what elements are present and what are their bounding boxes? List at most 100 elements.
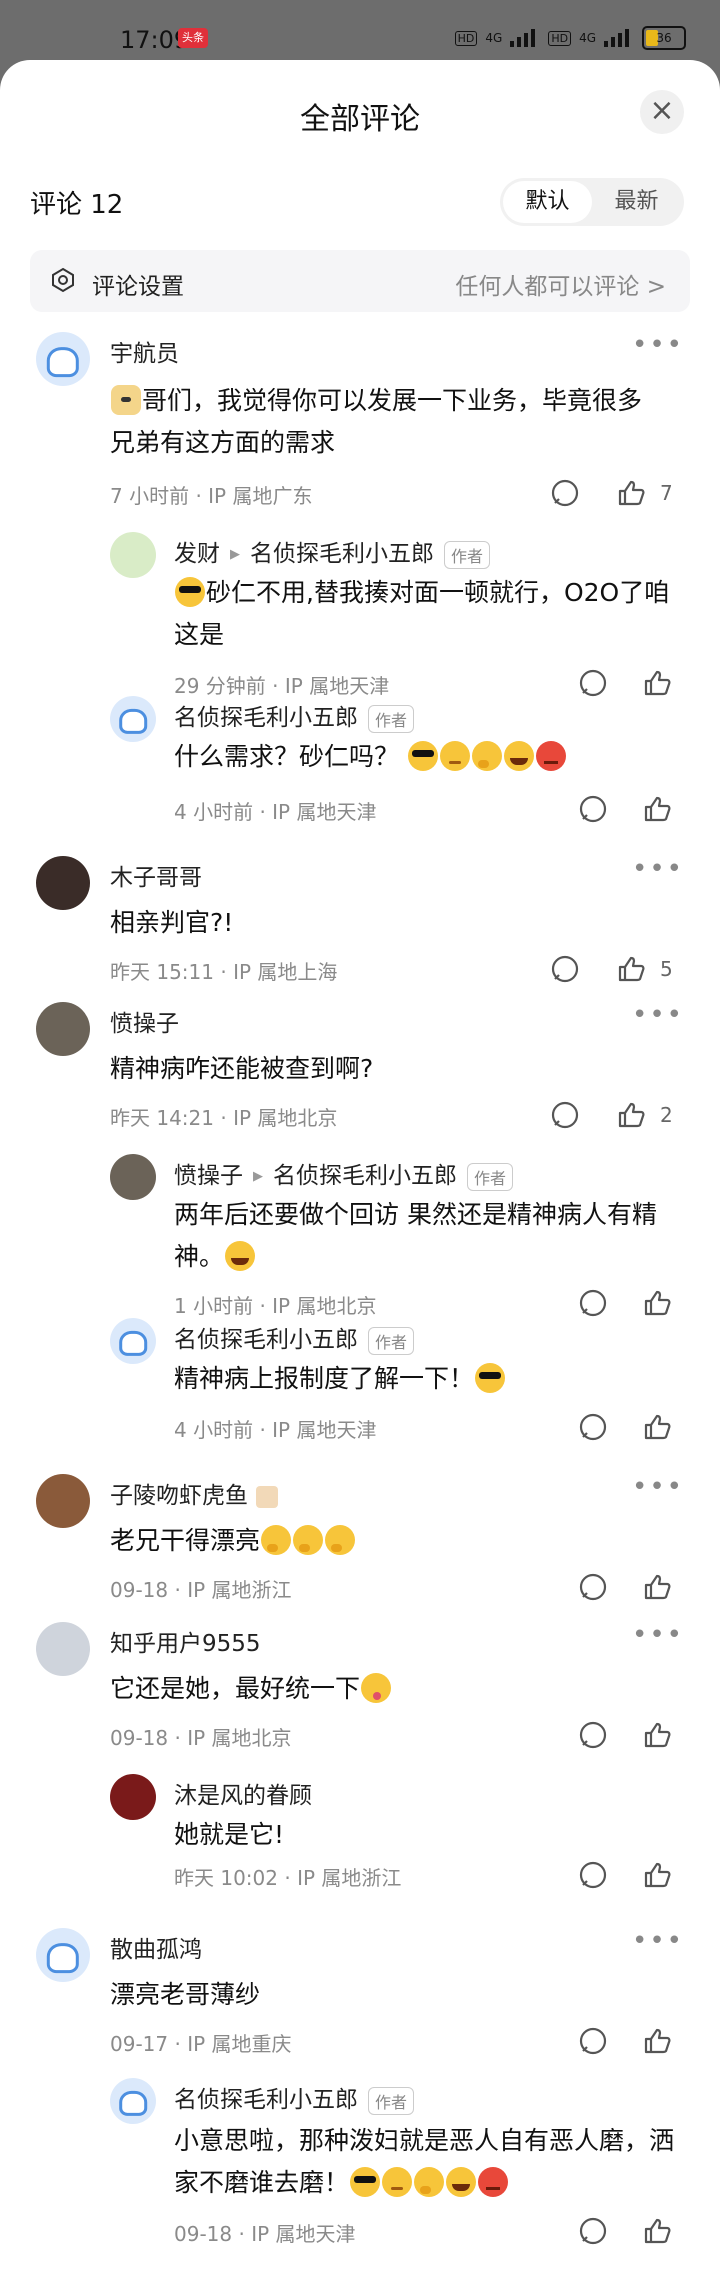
emoji-icon bbox=[382, 2167, 413, 2197]
avatar[interactable] bbox=[36, 856, 90, 910]
emoji-icon bbox=[478, 2167, 509, 2197]
comment-icon[interactable] bbox=[578, 668, 608, 698]
network-label-2: 4G bbox=[579, 31, 596, 45]
more-icon[interactable]: ••• bbox=[632, 1000, 684, 1030]
hd-icon: HD bbox=[454, 30, 478, 46]
reply-arrow-icon: ▶ bbox=[253, 1169, 263, 1184]
like-icon bbox=[618, 1102, 645, 1128]
comment-text-line: 哥们，我觉得你可以发展一下业务，毕竟很多 bbox=[142, 386, 643, 415]
reply-target-name[interactable]: 名侦探毛利小五郎 bbox=[273, 1163, 457, 1189]
reply-text: 砂仁不用,替我揍对面一顿就行，O2O了咱 这是 bbox=[174, 572, 694, 656]
avatar[interactable] bbox=[110, 1318, 156, 1364]
reply-text: 小意思啦，那种泼妇就是恶人自有恶人磨，洒 家不磨谁去磨！ bbox=[174, 2120, 694, 2204]
more-icon[interactable]: ••• bbox=[632, 330, 684, 360]
reply-author-name[interactable]: 名侦探毛利小五郎 bbox=[174, 705, 358, 731]
reply-text: 什么需求？砂仁吗？ bbox=[174, 736, 694, 778]
avatar[interactable] bbox=[110, 1154, 156, 1200]
battery-icon: 36 bbox=[642, 26, 686, 50]
app-badge-icon: 头条 bbox=[178, 28, 208, 48]
comment-text: 精神病咋还能被查到啊? bbox=[110, 1054, 374, 1083]
reply-author-name[interactable]: 愤操子 bbox=[174, 1163, 243, 1189]
sort-latest-button[interactable]: 最新 bbox=[592, 181, 681, 223]
like-icon[interactable] bbox=[642, 1572, 672, 1602]
comment-icon[interactable] bbox=[578, 794, 608, 824]
comment-meta: 7 小时前 · IP 属地广东 bbox=[110, 484, 313, 508]
reply-author: 名侦探毛利小五郎 作者 bbox=[174, 698, 415, 733]
comment-author: 子陵吻虾虎鱼 bbox=[110, 1476, 278, 1510]
comment-icon[interactable] bbox=[550, 478, 580, 508]
emoji-icon bbox=[503, 741, 534, 771]
emoji-icon bbox=[471, 741, 502, 771]
sort-default-button[interactable]: 默认 bbox=[503, 181, 592, 223]
comment-author[interactable]: 散曲孤鸿 bbox=[110, 1930, 202, 1964]
settings-label: 评论设置 bbox=[92, 274, 184, 300]
comment-icon[interactable] bbox=[578, 1412, 608, 1442]
comment-author[interactable]: 知乎用户9555 bbox=[110, 1624, 261, 1658]
more-icon[interactable]: ••• bbox=[632, 1926, 684, 1956]
sort-toggle[interactable]: 默认 最新 bbox=[500, 178, 684, 226]
avatar[interactable] bbox=[110, 532, 156, 578]
settings-icon bbox=[52, 267, 74, 293]
comment-icon[interactable] bbox=[578, 1288, 608, 1318]
like-icon[interactable] bbox=[642, 1720, 672, 1750]
close-icon[interactable]: × bbox=[640, 90, 684, 134]
comment-icon[interactable] bbox=[550, 954, 580, 984]
avatar[interactable] bbox=[36, 1622, 90, 1676]
comment-author[interactable]: 木子哥哥 bbox=[110, 858, 202, 892]
like-icon[interactable] bbox=[642, 794, 672, 824]
emoji-icon bbox=[111, 385, 141, 415]
comment-text: 它还是她，最好统一下 bbox=[110, 1668, 690, 1710]
reply-target-name[interactable]: 名侦探毛利小五郎 bbox=[250, 541, 434, 567]
avatar[interactable] bbox=[110, 696, 156, 742]
comment-author-name[interactable]: 子陵吻虾虎鱼 bbox=[110, 1483, 248, 1509]
reply-meta: 4 小时前 · IP 属地天津 bbox=[174, 1418, 377, 1442]
like-icon[interactable] bbox=[642, 2026, 672, 2056]
comment-meta: 09-18 · IP 属地北京 bbox=[110, 1726, 292, 1750]
comment-text: 漂亮老哥薄纱 bbox=[110, 1980, 261, 2009]
like-icon[interactable] bbox=[642, 2216, 672, 2246]
comment-icon[interactable] bbox=[578, 1720, 608, 1750]
reply-author-name[interactable]: 名侦探毛利小五郎 bbox=[174, 2087, 358, 2113]
more-icon[interactable]: ••• bbox=[632, 1472, 684, 1502]
more-icon[interactable]: ••• bbox=[632, 854, 684, 884]
like-count: 5 bbox=[660, 957, 673, 981]
avatar[interactable] bbox=[36, 1928, 90, 1982]
like-icon[interactable] bbox=[642, 1412, 672, 1442]
like-icon[interactable] bbox=[642, 1860, 672, 1890]
comment-meta: 昨天 14:21 · IP 属地北京 bbox=[110, 1106, 338, 1130]
reply-text: 精神病上报制度了解一下！ bbox=[174, 1358, 694, 1400]
comment-meta: 09-17 · IP 属地重庆 bbox=[110, 2032, 292, 2056]
settings-value: 任何人都可以评论 > bbox=[455, 274, 666, 300]
comment-text: 老兄干得漂亮 bbox=[110, 1520, 690, 1562]
avatar[interactable] bbox=[36, 1002, 90, 1056]
emoji-icon bbox=[535, 741, 566, 771]
avatar[interactable] bbox=[110, 1774, 156, 1820]
comment-text-line: 它还是她，最好统一下 bbox=[110, 1674, 361, 1703]
reply-author-name[interactable]: 名侦探毛利小五郎 bbox=[174, 1327, 358, 1353]
avatar[interactable] bbox=[36, 332, 90, 386]
like-icon[interactable] bbox=[642, 1288, 672, 1318]
more-icon[interactable]: ••• bbox=[632, 1620, 684, 1650]
comment-icon[interactable] bbox=[578, 1860, 608, 1890]
like-button[interactable]: 2 bbox=[616, 1100, 673, 1130]
avatar[interactable] bbox=[110, 2078, 156, 2124]
reply-author-name[interactable]: 发财 bbox=[174, 541, 220, 567]
like-button[interactable]: 7 bbox=[616, 478, 673, 508]
comment-icon[interactable] bbox=[578, 1572, 608, 1602]
like-icon[interactable] bbox=[642, 668, 672, 698]
comment-icon[interactable] bbox=[550, 1100, 580, 1130]
comment-author[interactable]: 愤操子 bbox=[110, 1004, 179, 1038]
like-count: 7 bbox=[660, 481, 673, 505]
reply-meta: 1 小时前 · IP 属地北京 bbox=[174, 1294, 377, 1318]
comment-settings-row[interactable]: 评论设置 任何人都可以评论 > bbox=[30, 250, 690, 312]
status-bar: 17:09 头条 HD 4G HD 4G 36 bbox=[0, 0, 720, 60]
comment-author[interactable]: 宇航员 bbox=[110, 334, 179, 368]
comment-icon[interactable] bbox=[578, 2216, 608, 2246]
emoji-icon bbox=[361, 1673, 392, 1703]
reply-author[interactable]: 沐是风的眷顾 bbox=[174, 1776, 312, 1810]
like-button[interactable]: 5 bbox=[616, 954, 673, 984]
comment-text-line: 兄弟有这方面的需求 bbox=[110, 428, 336, 457]
avatar[interactable] bbox=[36, 1474, 90, 1528]
comment-icon[interactable] bbox=[578, 2026, 608, 2056]
comments-sheet: 全部评论 × 评论 12 默认 最新 评论设置 任何人都可以评论 > 宇航员 •… bbox=[0, 60, 720, 2289]
